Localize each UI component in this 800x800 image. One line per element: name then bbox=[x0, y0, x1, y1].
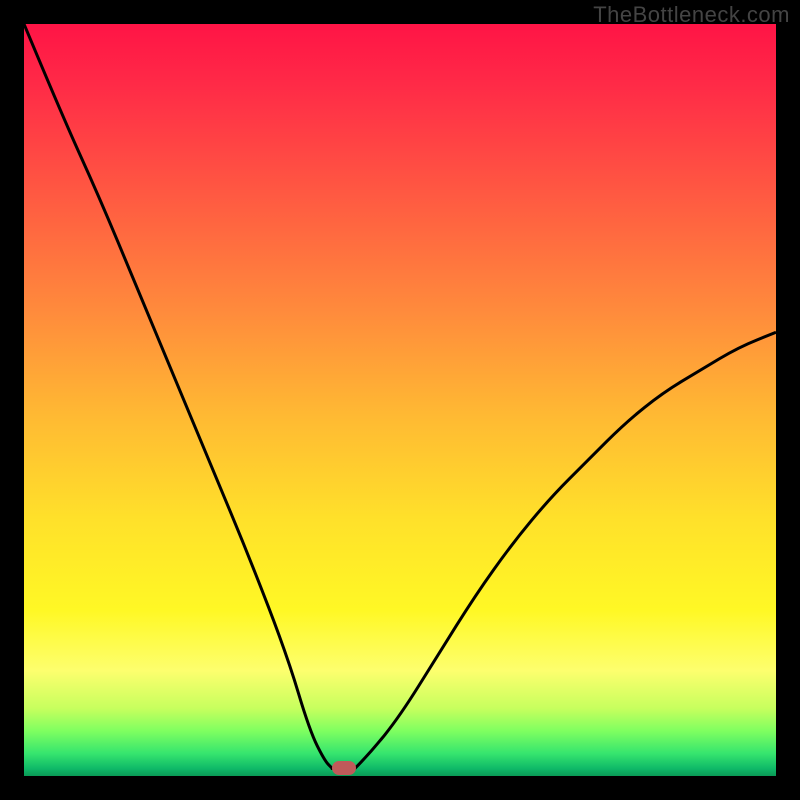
curve-layer bbox=[24, 24, 776, 776]
curve-svg bbox=[24, 24, 776, 776]
plot-area bbox=[24, 24, 776, 776]
minimum-marker bbox=[332, 761, 356, 775]
bottleneck-curve bbox=[24, 24, 776, 768]
chart-frame: TheBottleneck.com bbox=[0, 0, 800, 800]
watermark-label: TheBottleneck.com bbox=[593, 2, 790, 28]
